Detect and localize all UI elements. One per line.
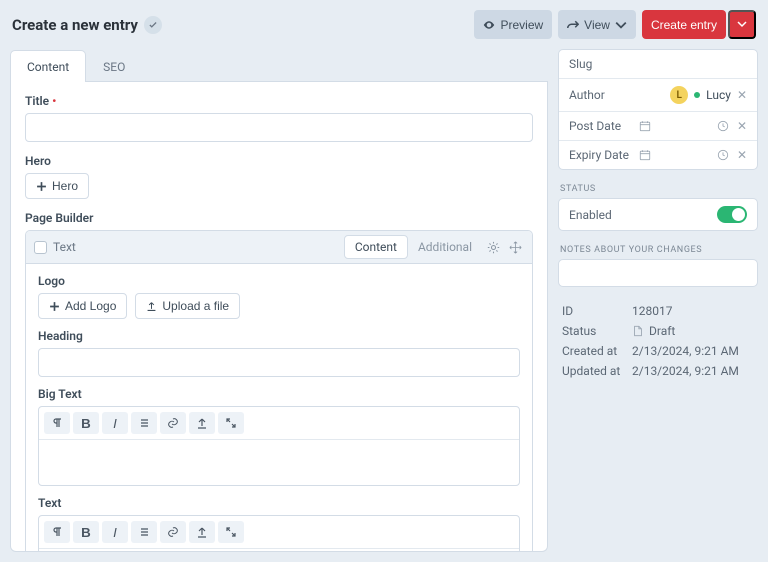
notes-heading: NOTES ABOUT YOUR CHANGES	[558, 239, 758, 259]
slug-label: Slug	[569, 57, 631, 71]
author-label: Author	[569, 88, 631, 102]
rte-bold-button[interactable]: B	[73, 412, 99, 434]
matrix-block-text: Text Content Additional	[25, 230, 533, 552]
block-type-label: Text	[53, 240, 76, 254]
updated-label: Updated at	[562, 364, 632, 378]
rte-bold-button[interactable]: B	[73, 521, 99, 543]
main-tabs: Content SEO	[10, 49, 548, 82]
create-entry-caret[interactable]	[728, 10, 756, 39]
close-icon[interactable]: ✕	[737, 88, 747, 102]
status-label: Status	[562, 324, 632, 338]
block-checkbox[interactable]	[34, 241, 47, 254]
upload-file-button[interactable]: Upload a file	[135, 293, 240, 319]
clock-icon[interactable]	[717, 149, 729, 161]
upload-icon	[146, 301, 157, 312]
tab-content[interactable]: Content	[10, 50, 86, 82]
rte-upload-button[interactable]	[189, 521, 215, 543]
add-logo-button[interactable]: Add Logo	[38, 293, 127, 319]
tab-seo[interactable]: SEO	[86, 50, 142, 82]
plus-icon	[49, 301, 60, 312]
big-text-editor[interactable]: B I	[38, 406, 520, 486]
view-button[interactable]: View	[558, 10, 636, 39]
author-name: Lucy	[706, 88, 731, 102]
calendar-icon[interactable]	[639, 149, 651, 161]
rte-link-button[interactable]	[160, 412, 186, 434]
entry-meta: ID 128017 Status Draft Created at 2/13/2…	[558, 299, 758, 383]
enabled-toggle[interactable]	[717, 206, 747, 223]
check-icon	[144, 16, 162, 34]
page-builder-label: Page Builder	[25, 211, 533, 225]
created-value: 2/13/2024, 9:21 AM	[632, 344, 754, 358]
created-label: Created at	[562, 344, 632, 358]
logo-label: Logo	[38, 274, 520, 288]
eye-icon	[483, 19, 495, 31]
text-label: Text	[38, 496, 520, 510]
rte-expand-button[interactable]	[218, 521, 244, 543]
page-title: Create a new entry	[12, 16, 138, 34]
move-icon[interactable]	[504, 236, 526, 258]
header-actions: Preview View Create entry	[474, 10, 756, 39]
chevron-down-icon	[615, 19, 627, 31]
plus-icon	[36, 181, 47, 192]
heading-input[interactable]	[38, 348, 520, 377]
big-text-label: Big Text	[38, 387, 520, 401]
title-label: Title	[25, 94, 533, 108]
rte-paragraph-button[interactable]	[44, 521, 70, 543]
gear-icon[interactable]	[482, 236, 504, 258]
rte-list-button[interactable]	[131, 521, 157, 543]
rte-italic-button[interactable]: I	[102, 412, 128, 434]
block-tab-content[interactable]: Content	[344, 235, 408, 259]
rte-paragraph-button[interactable]	[44, 412, 70, 434]
clock-icon[interactable]	[717, 120, 729, 132]
status-dot-icon	[694, 92, 700, 98]
close-icon[interactable]: ✕	[737, 148, 747, 162]
id-value: 128017	[632, 304, 754, 318]
notes-input[interactable]	[558, 259, 758, 287]
block-tab-additional[interactable]: Additional	[408, 236, 482, 258]
share-icon	[567, 19, 579, 31]
preview-button[interactable]: Preview	[474, 10, 552, 39]
close-icon[interactable]: ✕	[737, 119, 747, 133]
header: Create a new entry Preview View Create e…	[0, 0, 768, 49]
status-value: Draft	[649, 324, 675, 338]
title-input[interactable]	[25, 113, 533, 142]
rte-list-button[interactable]	[131, 412, 157, 434]
rte-expand-button[interactable]	[218, 412, 244, 434]
rte-italic-button[interactable]: I	[102, 521, 128, 543]
enabled-label: Enabled	[569, 208, 631, 222]
status-heading: STATUS	[558, 178, 758, 198]
sidebar: Slug Author L Lucy ✕ Post Date ✕	[558, 49, 758, 552]
chevron-down-icon	[737, 19, 747, 29]
hero-label: Hero	[25, 154, 533, 168]
postdate-label: Post Date	[569, 119, 631, 133]
rte-link-button[interactable]	[160, 521, 186, 543]
text-editor[interactable]: B I	[38, 515, 520, 552]
updated-value: 2/13/2024, 9:21 AM	[632, 364, 754, 378]
create-entry-button[interactable]: Create entry	[642, 10, 726, 39]
id-label: ID	[562, 304, 632, 318]
heading-label: Heading	[38, 329, 520, 343]
add-hero-button[interactable]: Hero	[25, 173, 89, 199]
rte-upload-button[interactable]	[189, 412, 215, 434]
document-icon	[632, 325, 644, 337]
calendar-icon[interactable]	[639, 120, 651, 132]
expiry-label: Expiry Date	[569, 148, 631, 162]
avatar: L	[670, 86, 688, 104]
